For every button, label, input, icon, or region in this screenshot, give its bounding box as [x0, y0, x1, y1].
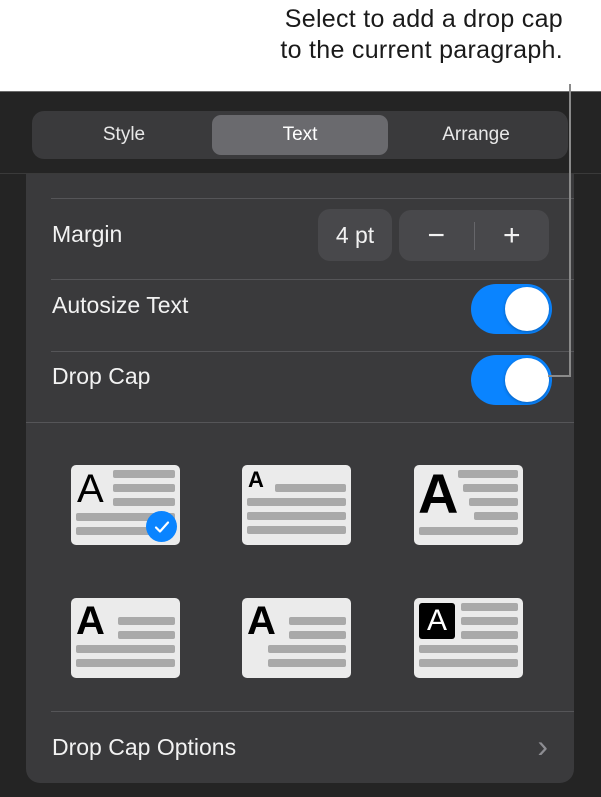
drop-cap-box: A [419, 603, 455, 639]
text-line [463, 484, 518, 492]
divider [51, 279, 574, 280]
text-line [118, 631, 175, 639]
divider [51, 198, 574, 199]
callout-leader-line [548, 375, 571, 377]
text-line [469, 498, 518, 506]
text-line [268, 645, 346, 653]
text-line [461, 617, 518, 625]
toggle-knob [505, 287, 549, 331]
drop-cap-style-1[interactable]: A [71, 465, 180, 545]
drop-cap-style-3[interactable]: A [414, 465, 523, 545]
drop-cap-glyph: A [418, 465, 459, 525]
tab-text[interactable]: Text [212, 115, 388, 155]
text-line [76, 659, 175, 667]
text-line [268, 659, 346, 667]
toggle-knob [505, 358, 549, 402]
text-line [474, 512, 518, 520]
drop-cap-options-label: Drop Cap Options [52, 734, 237, 760]
text-line [247, 526, 346, 534]
drop-cap-style-5[interactable]: A [242, 598, 351, 678]
text-line [247, 498, 346, 506]
drop-cap-style-2[interactable]: A [242, 465, 351, 545]
drop-cap-glyph: A [248, 467, 264, 492]
margin-label: Margin [52, 221, 123, 247]
text-line [289, 617, 346, 625]
settings-card: Margin 4 pt − + Autosize Text Drop Cap A [26, 174, 574, 783]
callout-text: Select to add a drop cap to the current … [280, 4, 563, 66]
text-line [289, 631, 346, 639]
callout-line-1: Select to add a drop cap [284, 5, 563, 33]
drop-cap-options-row[interactable]: Drop Cap Options › [26, 712, 574, 782]
text-line [113, 470, 175, 478]
drop-cap-glyph: A [426, 604, 447, 637]
callout-line-2: to the current paragraph. [280, 36, 563, 64]
callout-leader-line [569, 84, 571, 377]
text-line [118, 617, 175, 625]
text-line [113, 484, 175, 492]
drop-cap-glyph: A [247, 599, 276, 643]
divider [26, 422, 574, 423]
tab-arrange[interactable]: Arrange [388, 115, 564, 155]
margin-stepper: − + [399, 210, 549, 261]
autosize-toggle[interactable] [471, 284, 552, 334]
text-line [461, 603, 518, 611]
chevron-right-icon: › [537, 728, 548, 764]
divider [51, 351, 574, 352]
text-line [419, 659, 518, 667]
text-line [113, 498, 175, 506]
selected-checkmark-icon [146, 511, 177, 542]
autosize-label: Autosize Text [52, 292, 189, 318]
text-line [461, 631, 518, 639]
text-line [247, 512, 346, 520]
decrement-button[interactable]: − [399, 210, 474, 261]
drop-cap-glyph: A [76, 599, 105, 643]
text-line [458, 470, 518, 478]
drop-cap-label: Drop Cap [52, 363, 151, 389]
drop-cap-glyph: A [77, 467, 104, 511]
margin-value-field[interactable]: 4 pt [318, 209, 392, 261]
drop-cap-style-4[interactable]: A [71, 598, 180, 678]
text-line [76, 645, 175, 653]
drop-cap-style-6[interactable]: A [414, 598, 523, 678]
text-line [419, 527, 518, 535]
drop-cap-toggle[interactable] [471, 355, 552, 405]
tab-style[interactable]: Style [36, 115, 212, 155]
increment-button[interactable]: + [475, 210, 550, 261]
text-line [275, 484, 346, 492]
text-line [419, 645, 518, 653]
tab-bar: Style Text Arrange [32, 111, 568, 159]
format-panel: Style Text Arrange Margin 4 pt − + Autos… [0, 91, 601, 797]
